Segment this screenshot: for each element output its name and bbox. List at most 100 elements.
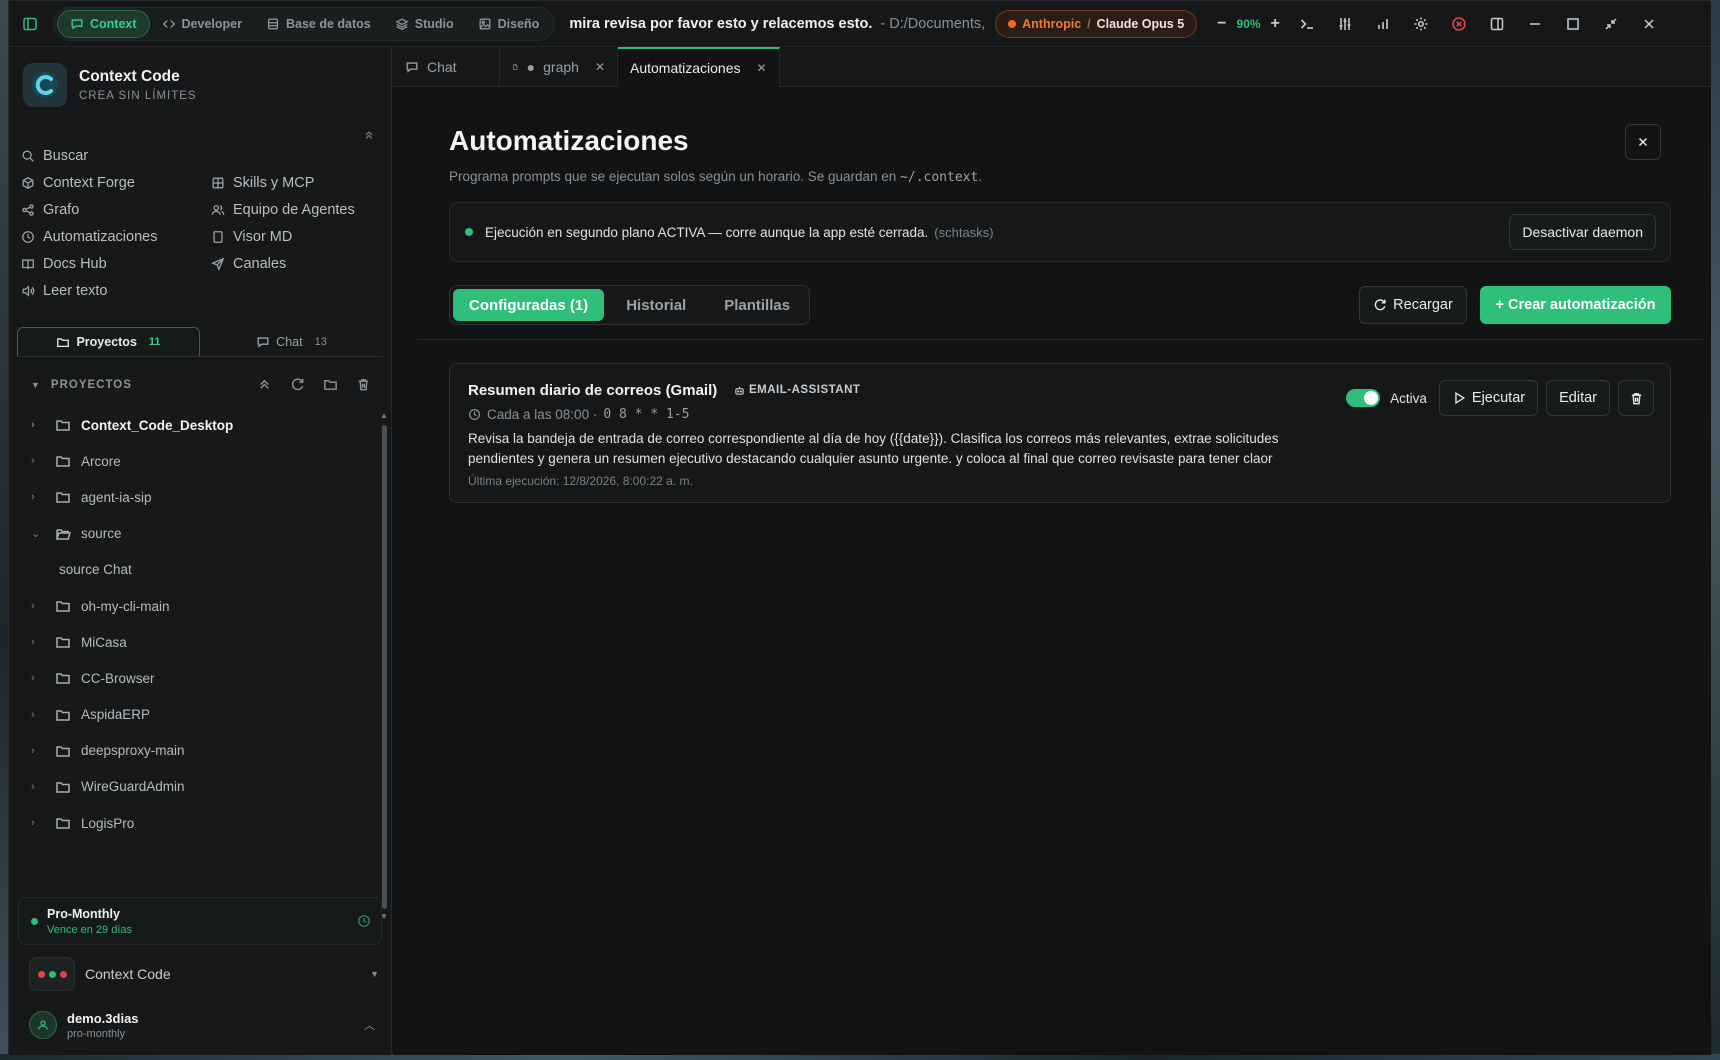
project-item[interactable]: › Arcore xyxy=(31,443,361,479)
run-label: Ejecutar xyxy=(1471,390,1526,406)
chevron-right-icon[interactable]: › xyxy=(31,419,51,431)
desktop-wallpaper-right xyxy=(1710,0,1720,1060)
mode-database[interactable]: Base de datos xyxy=(254,10,383,38)
create-automation-button[interactable]: + Crear automatización xyxy=(1480,286,1671,324)
scroll-up-icon[interactable]: ▲ xyxy=(380,411,388,420)
tab-configured[interactable]: Configuradas (1) xyxy=(453,289,605,321)
tab-graph[interactable]: ● graph ✕ xyxy=(500,47,618,87)
zoom-in-button[interactable]: + xyxy=(1271,15,1280,33)
nav-automations[interactable]: Automatizaciones xyxy=(21,226,211,248)
sliders-button[interactable] xyxy=(1326,1,1364,47)
project-chat-item[interactable]: source Chat xyxy=(31,552,361,588)
close-window-button[interactable] xyxy=(1630,1,1668,47)
project-item[interactable]: › agent-ia-sip xyxy=(31,479,361,515)
mode-developer[interactable]: Developer xyxy=(150,10,254,38)
chevron-right-icon[interactable]: › xyxy=(31,672,51,684)
project-item[interactable]: › LogisPro xyxy=(31,805,361,841)
project-item[interactable]: › AspidaERP xyxy=(31,697,361,733)
active-toggle[interactable] xyxy=(1346,389,1381,407)
session-path: - D:/Documents, xyxy=(880,15,986,32)
tab-history[interactable]: Historial xyxy=(610,289,702,321)
chevron-down-icon[interactable]: ▼ xyxy=(31,380,41,390)
project-item[interactable]: › CC-Browser xyxy=(31,660,361,696)
project-item[interactable]: › WireGuardAdmin xyxy=(31,769,361,805)
edit-button[interactable]: Editar xyxy=(1546,380,1610,416)
project-item[interactable]: › Context_Code_Desktop xyxy=(31,407,361,443)
project-item[interactable]: › MiCasa xyxy=(31,624,361,660)
nav-md-viewer[interactable]: Visor MD xyxy=(211,226,381,248)
project-item[interactable]: ⌄ source xyxy=(31,516,361,552)
automation-title: Resumen diario de correos (Gmail) xyxy=(468,382,718,399)
workspace-selector[interactable]: Context Code ▼ xyxy=(29,957,385,991)
chevron-right-icon[interactable]: › xyxy=(31,745,51,757)
sidebar-toggle-button[interactable] xyxy=(9,1,51,47)
delete-button[interactable] xyxy=(1618,380,1654,416)
project-item[interactable]: › deepsproxy-main xyxy=(31,733,361,769)
mode-switcher: Context Developer Base de datos Studio D… xyxy=(53,6,556,41)
page-description-text: Programa prompts que se ejecutan solos s… xyxy=(449,169,897,184)
mode-label: Developer xyxy=(181,16,242,31)
tab-chat[interactable]: Chat 13 xyxy=(200,327,383,356)
chevron-right-icon[interactable]: › xyxy=(31,817,51,829)
brand: Context Code CREA SIN LÍMITES xyxy=(23,63,197,107)
nav-docs-hub[interactable]: Docs Hub xyxy=(21,253,211,275)
collapse-nav-button[interactable] xyxy=(363,129,375,144)
close-icon[interactable]: ✕ xyxy=(595,60,605,74)
shrink-button[interactable] xyxy=(1592,1,1630,47)
unsaved-dot: ● xyxy=(526,59,536,75)
maximize-button[interactable] xyxy=(1554,1,1592,47)
terminal-icon xyxy=(1300,18,1313,29)
chevron-right-icon[interactable]: › xyxy=(31,636,51,648)
nav-skills-mcp[interactable]: Skills y MCP xyxy=(211,172,381,194)
nav-agent-team[interactable]: Equipo de Agentes xyxy=(211,199,381,221)
mode-studio[interactable]: Studio xyxy=(383,10,466,38)
play-icon xyxy=(1455,392,1465,404)
disable-daemon-button[interactable]: Desactivar daemon xyxy=(1509,214,1656,250)
stop-button[interactable] xyxy=(1440,1,1478,47)
projects-scrollbar[interactable]: ▲ ▼ xyxy=(380,411,388,921)
stats-button[interactable] xyxy=(1364,1,1402,47)
workspace-dot xyxy=(48,970,56,978)
tab-automations[interactable]: Automatizaciones ✕ xyxy=(618,47,780,87)
collapse-all-icon[interactable] xyxy=(257,377,272,392)
plan-card[interactable]: Pro-Monthly Vence en 29 días xyxy=(18,897,382,945)
tab-chat[interactable]: Chat xyxy=(393,47,500,87)
automations-tabs: Configuradas (1) Historial Plantillas xyxy=(449,285,811,325)
nav-graph[interactable]: Grafo xyxy=(21,199,211,221)
refresh-icon[interactable] xyxy=(290,377,305,392)
run-button[interactable]: Ejecutar xyxy=(1438,380,1539,416)
tab-templates[interactable]: Plantillas xyxy=(708,289,806,321)
minimize-button[interactable] xyxy=(1516,1,1554,47)
close-page-button[interactable] xyxy=(1625,124,1661,160)
close-icon[interactable]: ✕ xyxy=(757,61,767,75)
nav-search[interactable]: Buscar xyxy=(21,145,211,167)
terminal-button[interactable] xyxy=(1288,1,1326,47)
folder-icon xyxy=(57,338,70,348)
user-menu[interactable]: demo.3dias pro-monthly ︿ xyxy=(29,1005,385,1045)
chevron-down-icon[interactable]: ⌄ xyxy=(31,527,51,540)
tab-projects[interactable]: Proyectos 11 xyxy=(17,327,200,356)
model-selector[interactable]: Anthropic / Claude Opus 5 xyxy=(995,9,1198,38)
reload-button[interactable]: Recargar xyxy=(1359,286,1467,324)
clock-icon xyxy=(357,914,371,932)
gear-icon xyxy=(1414,17,1428,30)
chevron-right-icon[interactable]: › xyxy=(31,491,51,503)
project-item[interactable]: › oh-my-cli-main xyxy=(31,588,361,624)
mode-design[interactable]: Diseño xyxy=(466,10,552,38)
scrollbar-thumb[interactable] xyxy=(382,425,387,909)
nav-read-text[interactable]: Leer texto xyxy=(21,280,211,302)
zoom-out-button[interactable]: − xyxy=(1217,15,1226,33)
project-label: source Chat xyxy=(59,562,132,578)
chevron-right-icon[interactable]: › xyxy=(31,781,51,793)
nav-channels[interactable]: Canales xyxy=(211,253,381,275)
settings-button[interactable] xyxy=(1402,1,1440,47)
chevron-right-icon[interactable]: › xyxy=(31,455,51,467)
trash-icon[interactable] xyxy=(356,377,371,392)
nav-context-forge[interactable]: Context Forge xyxy=(21,172,211,194)
chevron-right-icon[interactable]: › xyxy=(31,709,51,721)
new-folder-icon[interactable] xyxy=(323,377,338,392)
project-label: Arcore xyxy=(81,453,121,469)
mode-context[interactable]: Context xyxy=(57,9,150,38)
chevron-right-icon[interactable]: › xyxy=(31,600,51,612)
split-view-button[interactable] xyxy=(1478,1,1516,47)
